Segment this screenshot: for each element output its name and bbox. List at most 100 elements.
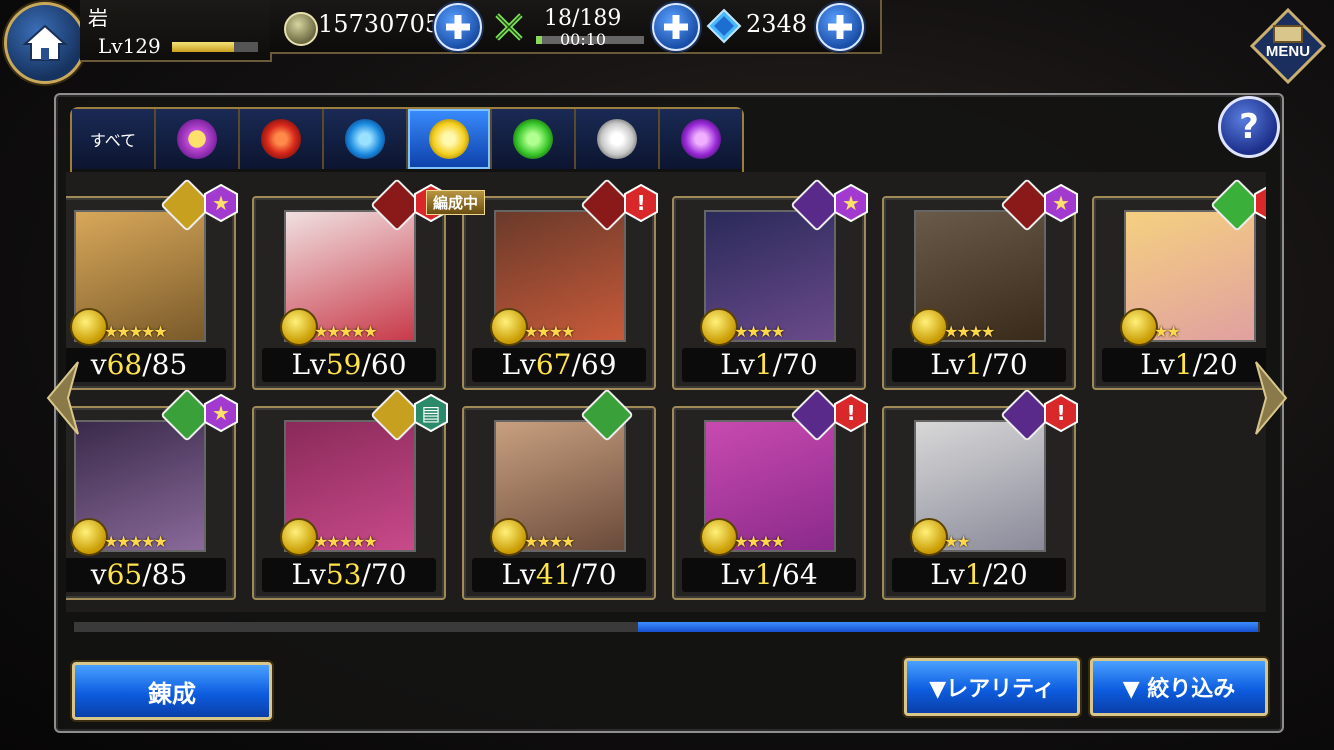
unit-card[interactable]: ! ★★ Lv1/20 xyxy=(882,388,1078,600)
level-current: 1 xyxy=(964,558,983,591)
stamina-timer: 00:10 xyxy=(560,30,607,49)
unit-card[interactable]: !★★★★★Lv59/60 xyxy=(252,178,448,390)
rarity-stars: ★★★★★ xyxy=(314,322,378,341)
alert-icon: ! xyxy=(1254,186,1266,220)
svg-text:★: ★ xyxy=(212,401,230,425)
player-level: Lv129 xyxy=(98,34,161,58)
unit-card[interactable]: ★ ★★★★★ v68/85 xyxy=(66,178,238,390)
add-gold-button[interactable] xyxy=(434,3,482,51)
thunder-element-icon xyxy=(490,518,528,556)
level-max: /20 xyxy=(1192,348,1238,381)
level-max: /70 xyxy=(982,348,1028,381)
rarity-stars: ★★★★ xyxy=(734,532,785,551)
thunder-element-icon xyxy=(280,518,318,556)
unit-level: Lv1/64 xyxy=(682,558,856,592)
book-icon: ▤ xyxy=(414,394,448,432)
level-max: /70 xyxy=(772,348,818,381)
tab-star[interactable] xyxy=(156,109,240,169)
element-filter-tabs: すべて xyxy=(70,107,744,175)
level-prefix: v xyxy=(90,348,107,381)
scrollbar-thumb[interactable] xyxy=(638,622,1258,632)
level-current: 53 xyxy=(325,558,362,591)
exp-bar xyxy=(172,42,258,52)
unit-card[interactable]: ★ ★★★★ Lv1/70 xyxy=(882,178,1078,390)
unit-card[interactable]: ! ★★★★ Lv67/69 xyxy=(462,178,658,390)
unit-card[interactable]: ★★★★ Lv41/70 xyxy=(462,388,656,600)
level-prefix: Lv xyxy=(501,558,536,591)
unit-card[interactable]: ! ★★ Lv1/20 xyxy=(1092,178,1266,390)
tab-all[interactable]: すべて xyxy=(72,109,156,169)
level-current: 67 xyxy=(535,348,572,381)
rarity-stars: ★★★★ xyxy=(524,322,575,341)
menu-label: MENU xyxy=(1266,43,1310,60)
rarity-stars: ★★★★★ xyxy=(104,322,168,341)
unit-card[interactable]: ★ ★★★★★ v65/85 xyxy=(66,388,238,600)
level-current: 65 xyxy=(106,558,143,591)
unit-level: Lv1/70 xyxy=(682,348,856,382)
alert-icon: ! xyxy=(624,184,658,222)
top-bar: 岩 Lv129 15730705 18/189 00:10 2348 MENU xyxy=(0,0,1334,85)
rarity-sort-button[interactable]: ▼レアリティ xyxy=(904,658,1080,716)
tab-light[interactable] xyxy=(576,109,660,169)
fire-element-icon xyxy=(261,119,301,159)
gem-value: 2348 xyxy=(746,10,808,38)
scroll-right-arrow[interactable] xyxy=(1252,358,1292,438)
help-button[interactable]: ? xyxy=(1218,96,1280,158)
tab-wind[interactable] xyxy=(492,109,576,169)
level-max: /70 xyxy=(361,558,407,591)
home-icon xyxy=(22,24,68,61)
level-prefix: Lv xyxy=(720,558,755,591)
refine-button[interactable]: 錬成 xyxy=(72,662,272,720)
gold-coin-icon xyxy=(284,12,318,46)
filter-button[interactable]: ▼ 絞り込み xyxy=(1090,658,1268,716)
add-gem-button[interactable] xyxy=(816,3,864,51)
unit-level: Lv67/69 xyxy=(472,348,646,382)
player-name: 岩 xyxy=(88,6,108,30)
unit-level: Lv1/70 xyxy=(892,348,1066,382)
svg-text:★: ★ xyxy=(212,191,230,215)
tab-water[interactable] xyxy=(324,109,408,169)
level-prefix: Lv xyxy=(291,348,326,381)
thunder-element-icon xyxy=(910,308,948,346)
level-current: 41 xyxy=(535,558,572,591)
level-max: /64 xyxy=(772,558,818,591)
unit-card[interactable]: ★ ★★★★ Lv1/70 xyxy=(672,178,868,390)
crossed-swords-icon xyxy=(494,12,524,42)
scroll-left-arrow[interactable] xyxy=(42,358,82,438)
unit-level: v65/85 xyxy=(66,558,226,592)
level-max: /70 xyxy=(571,558,617,591)
stamina-value: 18/189 xyxy=(544,6,622,31)
add-stamina-button[interactable] xyxy=(652,3,700,51)
level-max: /60 xyxy=(361,348,407,381)
unit-card[interactable]: ▤ ★★★★★ Lv53/70 xyxy=(252,388,448,600)
tab-fire[interactable] xyxy=(240,109,324,169)
unit-card[interactable]: ! ★★★★ Lv1/64 xyxy=(672,388,868,600)
player-info: 岩 Lv129 xyxy=(80,0,272,62)
star-element-icon xyxy=(177,119,217,159)
star-badge-icon: ★ xyxy=(204,394,238,432)
water-element-icon xyxy=(345,119,385,159)
wind-element-icon xyxy=(513,119,553,159)
thunder-element-icon xyxy=(280,308,318,346)
menu-button[interactable]: MENU xyxy=(1248,6,1328,86)
rarity-stars: ★★ xyxy=(944,532,971,551)
level-current: 1 xyxy=(964,348,983,381)
thunder-element-icon xyxy=(1120,308,1158,346)
level-max: /69 xyxy=(571,348,617,381)
level-prefix: v xyxy=(90,558,107,591)
thunder-element-icon xyxy=(490,308,528,346)
level-max: /20 xyxy=(982,558,1028,591)
horizontal-scrollbar[interactable] xyxy=(74,622,1260,632)
tab-thunder[interactable] xyxy=(408,109,492,169)
thunder-element-icon xyxy=(70,518,108,556)
home-button[interactable] xyxy=(4,2,86,84)
unit-level: Lv1/20 xyxy=(892,558,1066,592)
stamina-bar-fill xyxy=(536,36,543,44)
level-current: 59 xyxy=(325,348,362,381)
svg-text:▤: ▤ xyxy=(422,401,441,425)
tab-dark[interactable] xyxy=(660,109,742,169)
level-prefix: Lv xyxy=(1140,348,1175,381)
alert-icon: ! xyxy=(834,394,868,432)
thunder-element-icon xyxy=(429,119,469,159)
light-element-icon xyxy=(597,119,637,159)
